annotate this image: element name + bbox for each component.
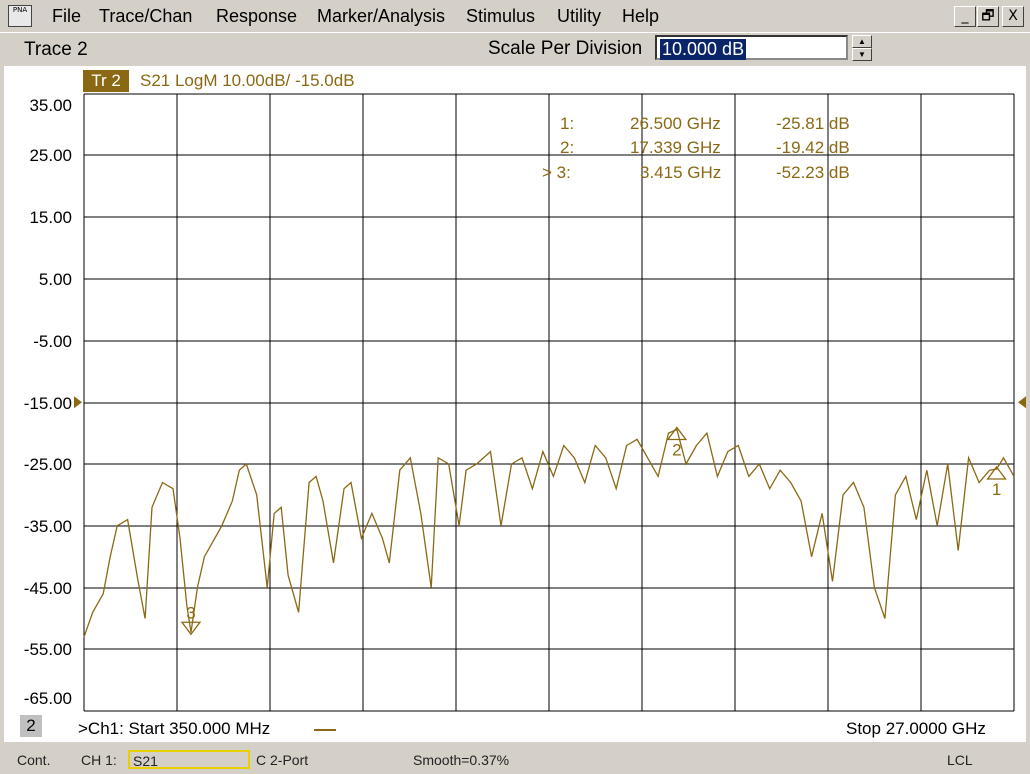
marker-3-number: 3 — [186, 603, 195, 622]
marker-3-value: -52.23 dB — [776, 163, 850, 182]
marker-1-freq: 26.500 GHz — [630, 114, 721, 133]
y-tick-label: -35.00 — [23, 517, 72, 536]
marker-1-value: -25.81 dB — [776, 114, 850, 133]
y-tick-label: -45.00 — [23, 579, 72, 598]
y-tick-label: -5.00 — [33, 332, 72, 351]
trace-title: S21 LogM 10.00dB/ -15.0dB — [140, 71, 355, 90]
marker-1-number: 1 — [992, 480, 1001, 499]
y-tick-label: 25.00 — [29, 146, 72, 165]
ref-right-icon[interactable] — [1018, 396, 1026, 409]
stop-frequency[interactable]: Stop 27.0000 GHz — [846, 719, 986, 739]
channel-number[interactable]: 2 — [20, 715, 42, 737]
marker-2-label: 2: — [560, 138, 575, 157]
y-tick-label: 5.00 — [38, 270, 72, 289]
sweep-mode[interactable]: Cont. — [17, 752, 50, 768]
y-tick-label: 15.00 — [29, 208, 72, 227]
grid — [83, 93, 1015, 712]
marker-2-value: -19.42 dB — [776, 138, 850, 157]
y-tick-label: 35.00 — [29, 96, 72, 115]
active-parameter-box[interactable]: S21 — [128, 750, 250, 769]
trace-legend-line — [314, 729, 336, 731]
y-tick-label: -65.00 — [23, 689, 72, 708]
y-tick-label: -55.00 — [23, 640, 72, 659]
marker-1-label: 1: — [560, 114, 575, 133]
marker-3-label: > 3: — [542, 163, 571, 182]
active-parameter: S21 — [133, 753, 158, 769]
ref-left-icon[interactable] — [74, 396, 82, 409]
marker-2-number: 2 — [672, 441, 681, 460]
status-bar: Cont. CH 1: S21 C 2-Port Smooth=0.37% LC… — [0, 746, 1030, 774]
trace-tag[interactable]: Tr 2 — [83, 70, 129, 92]
status-channel: CH 1: — [81, 752, 117, 768]
smoothing-status: Smooth=0.37% — [413, 752, 510, 768]
marker-2-freq: 17.339 GHz — [630, 138, 721, 157]
marker-3-freq: 3.415 GHz — [640, 163, 722, 182]
y-tick-label: -25.00 — [23, 455, 72, 474]
start-frequency[interactable]: >Ch1: Start 350.000 MHz — [78, 719, 270, 739]
calibration-status: C 2-Port — [256, 752, 309, 768]
y-tick-label: -15.00 — [23, 394, 72, 413]
s21-chart: 1 2 3 — [74, 93, 1026, 712]
remote-status: LCL — [947, 752, 973, 768]
